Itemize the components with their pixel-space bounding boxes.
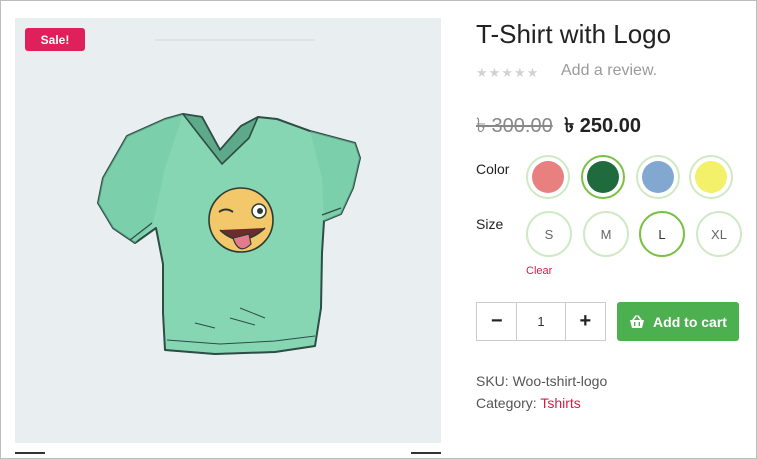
- color-swatch-blue[interactable]: [636, 155, 680, 199]
- category-label: Category:: [476, 395, 541, 411]
- color-swatch-red[interactable]: [526, 155, 570, 199]
- size-option-m[interactable]: M: [583, 211, 629, 257]
- quantity-stepper: − 1 +: [476, 302, 606, 341]
- price-old: ৳ 300.00: [476, 115, 553, 137]
- add-to-cart-label: Add to cart: [653, 313, 727, 330]
- star-icon: ★: [513, 65, 526, 80]
- sale-badge: Sale!: [25, 28, 85, 51]
- increase-quantity-button[interactable]: +: [566, 303, 605, 340]
- product-price: ৳ 300.00 ৳ 250.00: [476, 111, 641, 144]
- size-option-l[interactable]: L: [639, 211, 685, 257]
- gallery-thumb-indicator-left: [15, 452, 45, 454]
- sku-value: Woo-tshirt-logo: [512, 373, 608, 389]
- product-gallery[interactable]: Sale!: [15, 18, 441, 443]
- sku-label: SKU:: [476, 373, 513, 389]
- gallery-thumb-indicator-right: [411, 452, 441, 454]
- size-label: Size: [476, 216, 504, 232]
- color-dot-yellow: [695, 161, 727, 193]
- add-to-cart-button[interactable]: Add to cart: [617, 302, 739, 341]
- rating-stars: ★ ★ ★ ★ ★: [476, 66, 538, 79]
- decrease-quantity-button[interactable]: −: [477, 303, 516, 340]
- star-icon: ★: [488, 65, 501, 80]
- category-line: Category: Tshirts: [476, 395, 581, 411]
- category-link[interactable]: Tshirts: [540, 395, 580, 411]
- size-option-xl[interactable]: XL: [696, 211, 742, 257]
- clear-variations-link[interactable]: Clear: [526, 265, 552, 277]
- add-review-link[interactable]: Add a review.: [561, 62, 657, 80]
- star-icon: ★: [526, 65, 539, 80]
- color-label: Color: [476, 161, 510, 177]
- color-dot-green: [587, 161, 619, 193]
- price-new: ৳ 250.00: [564, 115, 641, 137]
- color-swatch-yellow[interactable]: [689, 155, 733, 199]
- color-dot-red: [532, 161, 564, 193]
- sku-line: SKU: Woo-tshirt-logo: [476, 373, 607, 389]
- color-swatch-green[interactable]: [581, 155, 625, 199]
- color-dot-blue: [642, 161, 674, 193]
- tshirt-image[interactable]: [15, 18, 441, 443]
- quantity-input[interactable]: 1: [516, 303, 566, 340]
- size-option-s[interactable]: S: [526, 211, 572, 257]
- star-icon: ★: [501, 65, 513, 80]
- product-title: T-Shirt with Logo: [476, 19, 672, 49]
- basket-icon: [630, 314, 645, 328]
- star-icon: ★: [476, 65, 488, 80]
